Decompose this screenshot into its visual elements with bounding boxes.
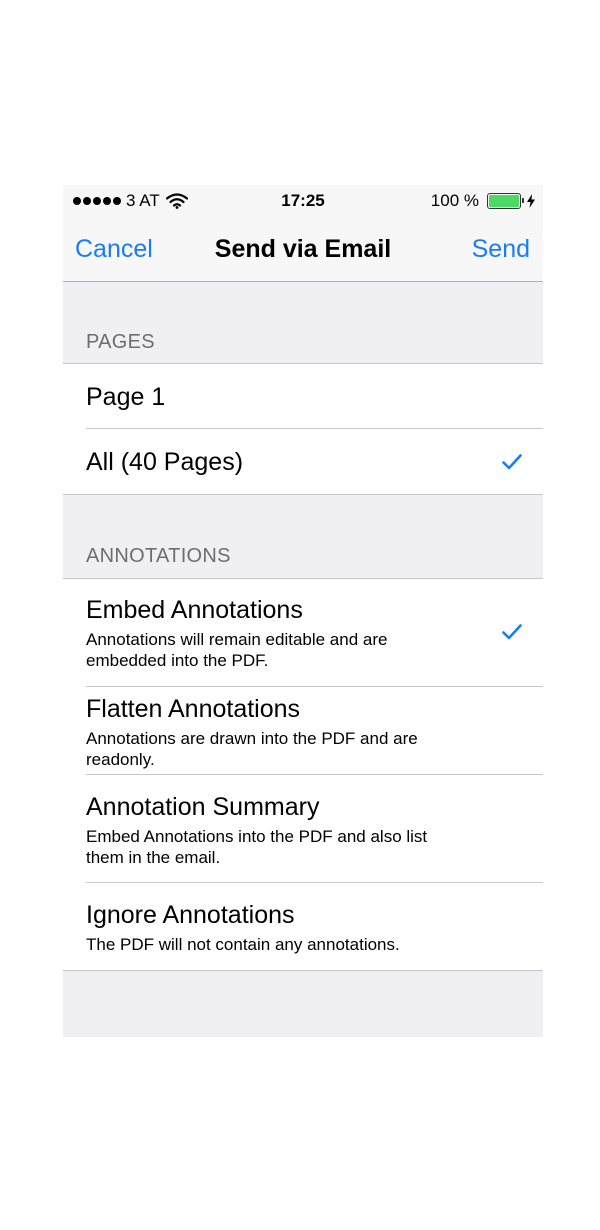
option-title: Ignore Annotations [86, 901, 295, 929]
email-options-screen: 3 AT 17:25 100 % Cancel Send via Email S… [63, 185, 543, 1037]
annotation-options-group: Embed Annotations Annotations will remai… [63, 578, 543, 971]
status-bar-right: 100 % [431, 191, 535, 211]
annotation-option-embed[interactable]: Embed Annotations Annotations will remai… [63, 579, 543, 687]
option-description: Annotations will remain editable and are… [86, 630, 388, 670]
section-header-pages: PAGES [86, 331, 155, 353]
section-header-annotations: ANNOTATIONS [86, 545, 231, 567]
battery-tip [522, 198, 524, 203]
send-button[interactable]: Send [472, 235, 530, 264]
status-bar: 3 AT 17:25 100 % [63, 185, 543, 217]
page-option-all-pages[interactable]: All (40 Pages) [63, 429, 543, 494]
annotation-option-summary[interactable]: Annotation Summary Embed Annotations int… [63, 775, 543, 883]
checkmark-icon [502, 624, 522, 640]
battery-percent: 100 % [430, 191, 479, 210]
option-description: Embed Annotations into the PDF and also … [86, 827, 428, 867]
annotation-option-ignore[interactable]: Ignore Annotations The PDF will not cont… [63, 883, 543, 970]
battery-fill [489, 195, 519, 207]
option-label: Page 1 [86, 383, 166, 411]
page-option-page-1[interactable]: Page 1 [63, 364, 543, 429]
battery-icon [487, 193, 524, 209]
option-label: All (40 Pages) [86, 448, 244, 476]
charging-bolt-icon [527, 194, 535, 208]
option-title: Flatten Annotations [86, 695, 301, 723]
pages-options-group: Page 1 All (40 Pages) [63, 363, 543, 495]
checkmark-icon [502, 454, 522, 470]
annotation-option-flatten[interactable]: Flatten Annotations Annotations are draw… [63, 687, 543, 775]
option-description: The PDF will not contain any annotations… [86, 935, 400, 954]
navigation-bar: Cancel Send via Email Send [63, 217, 543, 282]
option-title: Embed Annotations [86, 596, 303, 624]
option-description: Annotations are drawn into the PDF and a… [86, 729, 418, 769]
option-title: Annotation Summary [86, 793, 320, 821]
